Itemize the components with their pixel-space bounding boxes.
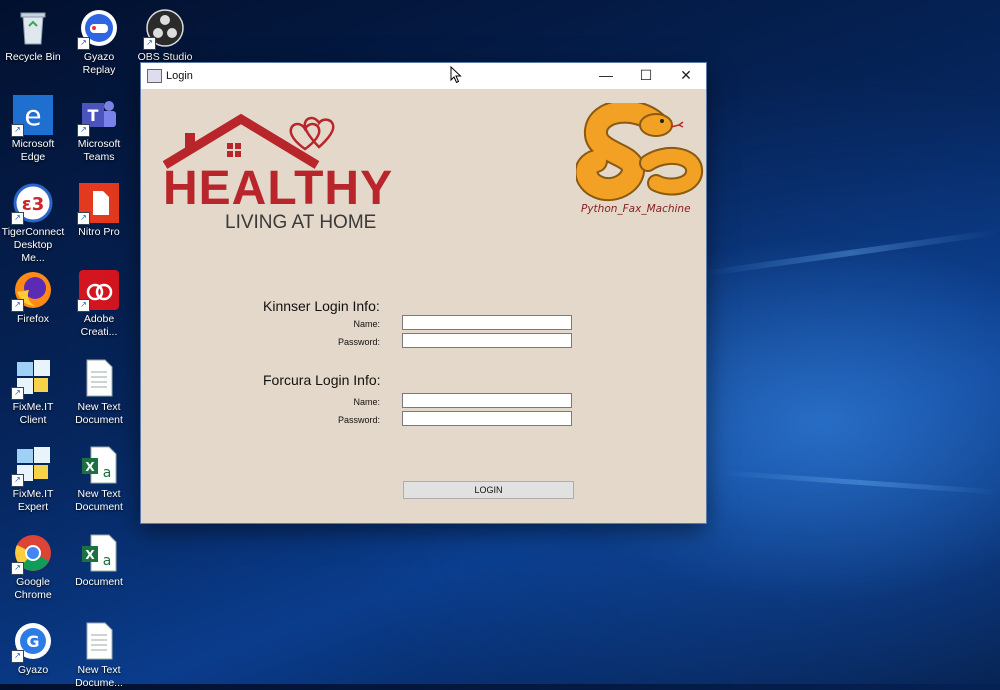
forcura-name-label: Name: <box>353 397 380 407</box>
desktop-icon-gyazo-replay[interactable]: ↗ Gyazo Replay <box>67 8 131 77</box>
excel-document-icon: Xa <box>79 533 119 573</box>
fixmeit-icon: ↗ <box>11 358 53 400</box>
hearts-icon <box>289 116 335 151</box>
shortcut-arrow-icon: ↗ <box>77 124 90 137</box>
maximize-button[interactable]: ☐ <box>626 63 666 89</box>
window-title: Login <box>166 70 193 82</box>
desktop-icon-nitro[interactable]: ↗ Nitro Pro <box>67 183 131 239</box>
title-bar[interactable]: Login — ☐ ✕ <box>141 63 706 89</box>
excel-document-icon: Xa <box>79 445 119 485</box>
living-at-home-wordmark: LIVING AT HOME <box>225 212 377 233</box>
desktop-icon-fixmeit-expert[interactable]: ↗ FixMe.IT Expert <box>1 445 65 514</box>
desktop-icon-excel-document[interactable]: Xa Document <box>67 533 131 589</box>
desktop-icon-obs[interactable]: ↗ OBS Studio <box>133 8 197 64</box>
app-icon <box>147 69 162 83</box>
svg-text:X: X <box>85 548 95 562</box>
desktop-icon-fixmeit-client[interactable]: ↗ FixMe.IT Client <box>1 358 65 427</box>
kinnser-password-input[interactable] <box>402 333 572 348</box>
adobe-cc-icon: ↗ <box>77 270 119 312</box>
text-document-icon <box>79 358 119 398</box>
svg-text:a: a <box>103 553 112 569</box>
wallpaper-beam <box>701 229 999 277</box>
mouse-cursor-icon <box>450 65 462 89</box>
desktop-icon-teams[interactable]: T ↗ Microsoft Teams <box>67 95 131 164</box>
shortcut-arrow-icon: ↗ <box>143 37 156 50</box>
kinnser-password-label: Password: <box>337 337 380 347</box>
desktop-icon-excel-document[interactable]: Xa New Text Document <box>67 445 131 514</box>
firefox-icon: ↗ <box>11 270 53 312</box>
kinnser-heading: Kinnser Login Info: <box>263 298 380 314</box>
chrome-icon: ↗ <box>11 533 53 575</box>
desktop-icon-firefox[interactable]: ↗ Firefox <box>1 270 65 326</box>
desktop-icon-recycle-bin[interactable]: Recycle Bin <box>1 8 65 64</box>
forcura-password-input[interactable] <box>402 411 572 426</box>
recycle-bin-icon <box>13 8 53 48</box>
desktop-icon-label: TigerConnect Desktop Me... <box>1 226 65 264</box>
desktop-icon-gyazo[interactable]: G ↗ Gyazo <box>1 621 65 677</box>
tigerconnect-icon: ε3 ↗ <box>11 183 53 225</box>
gyazo-icon: G ↗ <box>11 621 53 663</box>
desktop-icon-label: New Text Document <box>75 401 123 426</box>
shortcut-arrow-icon: ↗ <box>11 299 24 312</box>
teams-icon: T ↗ <box>77 95 119 137</box>
snake-icon <box>574 99 703 201</box>
minimize-button[interactable]: — <box>586 63 626 89</box>
forcura-name-input[interactable] <box>402 393 572 408</box>
svg-text:ε3: ε3 <box>22 194 45 215</box>
text-document-icon <box>79 621 119 661</box>
desktop-icon-label: Gyazo <box>17 664 49 676</box>
desktop-icon-adobe-cc[interactable]: ↗ Adobe Creati... <box>67 270 131 339</box>
desktop-icon-label: Adobe Creati... <box>80 313 118 338</box>
desktop-icon-text-document[interactable]: New Text Docume... <box>67 621 131 690</box>
desktop-icon-label: FixMe.IT Client <box>12 401 54 426</box>
login-window: Login — ☐ ✕ HEALTHY LIVING AT HOME Pytho… <box>141 63 706 523</box>
desktop-icon-label: Recycle Bin <box>5 51 61 63</box>
python-fax-machine-logo: Python_Fax_Machine <box>574 99 706 223</box>
desktop-icon-label: Google Chrome <box>14 576 52 601</box>
shortcut-arrow-icon: ↗ <box>11 387 24 400</box>
edge-icon: e ↗ <box>11 95 53 137</box>
desktop-icon-label: Nitro Pro <box>78 226 120 238</box>
desktop-icon-label: New Text Document <box>75 488 123 513</box>
forcura-heading: Forcura Login Info: <box>263 372 381 388</box>
shortcut-arrow-icon: ↗ <box>77 299 90 312</box>
close-button[interactable]: ✕ <box>666 63 706 89</box>
desktop-icon-edge[interactable]: e ↗ Microsoft Edge <box>1 95 65 164</box>
desktop-icon-label: Gyazo Replay <box>82 51 116 76</box>
healthy-living-logo: HEALTHY LIVING AT HOME <box>162 113 413 243</box>
svg-text:G: G <box>26 632 39 651</box>
svg-text:X: X <box>85 460 95 474</box>
shortcut-arrow-icon: ↗ <box>77 37 90 50</box>
gyazo-replay-icon: ↗ <box>77 8 119 50</box>
desktop-icon-label: Microsoft Edge <box>11 138 55 163</box>
obs-icon: ↗ <box>143 8 185 50</box>
python-fax-machine-caption: Python_Fax_Machine <box>581 203 691 215</box>
svg-text:a: a <box>103 465 112 481</box>
kinnser-name-label: Name: <box>353 319 380 329</box>
shortcut-arrow-icon: ↗ <box>11 124 24 137</box>
login-button[interactable]: LOGIN <box>403 481 574 499</box>
shortcut-arrow-icon: ↗ <box>11 562 24 575</box>
healthy-wordmark: HEALTHY <box>163 162 394 215</box>
desktop-icon-label: Microsoft Teams <box>77 138 121 163</box>
nitro-icon: ↗ <box>77 183 119 225</box>
fixmeit-icon: ↗ <box>11 445 53 487</box>
kinnser-name-input[interactable] <box>402 315 572 330</box>
shortcut-arrow-icon: ↗ <box>11 474 24 487</box>
desktop-icon-label: Document <box>75 576 123 588</box>
svg-text:T: T <box>88 106 99 125</box>
desktop-icon-tigerconnect[interactable]: ε3 ↗ TigerConnect Desktop Me... <box>1 183 65 265</box>
desktop-icon-text-document[interactable]: New Text Document <box>67 358 131 427</box>
forcura-password-label: Password: <box>337 415 380 425</box>
shortcut-arrow-icon: ↗ <box>11 650 24 663</box>
desktop-icon-label: FixMe.IT Expert <box>12 488 54 513</box>
desktop-icon-label: New Text Docume... <box>75 664 123 689</box>
desktop-icon-chrome[interactable]: ↗ Google Chrome <box>1 533 65 602</box>
shortcut-arrow-icon: ↗ <box>11 212 24 225</box>
shortcut-arrow-icon: ↗ <box>77 212 90 225</box>
svg-text:e: e <box>24 99 41 132</box>
desktop-icon-label: Firefox <box>16 313 50 325</box>
wallpaper-beam <box>720 470 1000 495</box>
